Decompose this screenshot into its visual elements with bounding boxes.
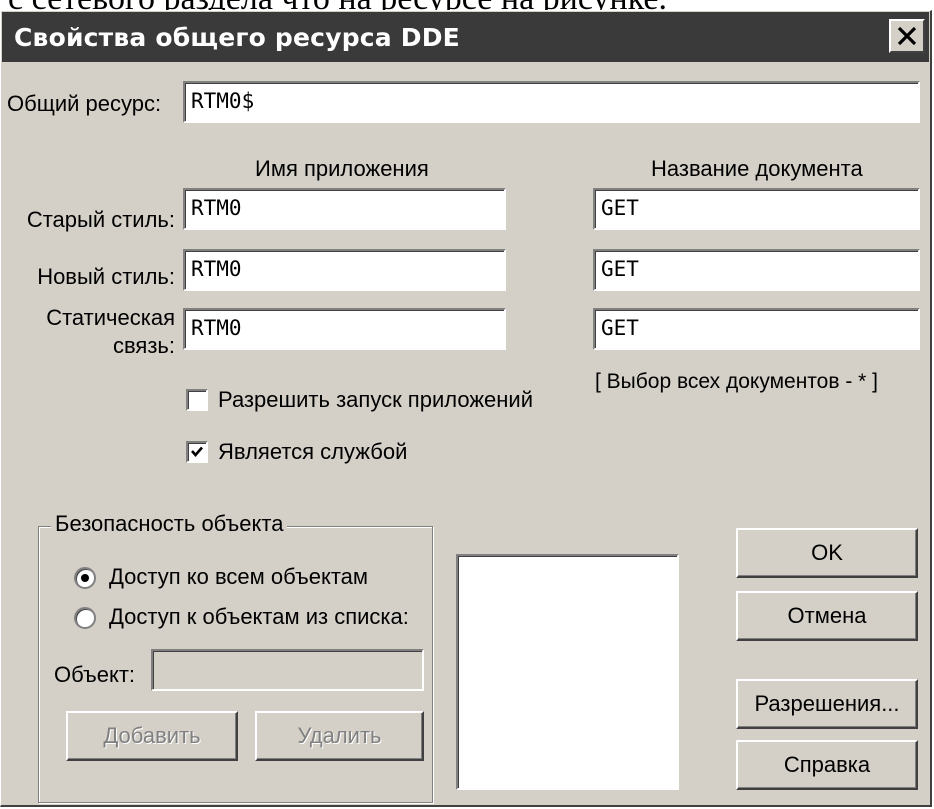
static-link-doc-input[interactable]: GET [593,308,920,350]
static-link-label-line1: Статическая [46,305,175,330]
is-service-checkbox[interactable] [186,441,208,463]
static-link-label-line2: связь: [112,333,175,358]
all-documents-hint: [ Выбор всех документов - * ] [595,370,879,393]
allow-start-apps-checkbox[interactable] [186,389,208,411]
remove-button[interactable]: Удалить [255,711,424,761]
dde-share-properties-dialog: Свойства общего ресурса DDE Общий ресурс… [0,10,932,807]
static-link-app-input[interactable]: RTM0 [183,308,506,350]
new-style-doc-input[interactable]: GET [593,249,920,291]
is-service-label: Является службой [218,439,408,464]
new-style-label: Новый стиль: [37,264,175,289]
old-style-doc-input[interactable]: GET [593,188,920,230]
object-input[interactable] [151,649,424,691]
allow-start-apps-label: Разрешить запуск приложений [218,387,533,412]
close-button[interactable] [889,19,925,53]
dialog-title: Свойства общего ресурса DDE [14,23,460,52]
object-security-title: Безопасность объекта [51,511,288,537]
title-bar: Свойства общего ресурса DDE [2,12,929,62]
permissions-button[interactable]: Разрешения... [736,679,918,729]
access-list-label: Доступ к объектам из списка: [109,604,409,629]
access-all-label: Доступ ко всем объектам [109,564,369,589]
add-button[interactable]: Добавить [66,711,238,761]
objects-listbox[interactable] [456,554,679,790]
share-name-label: Общий ресурс: [7,91,162,116]
access-all-radio[interactable] [74,567,96,589]
radio-dot-icon [81,574,89,582]
share-name-input[interactable]: RTM0$ [183,81,920,123]
old-style-app-input[interactable]: RTM0 [183,188,506,230]
doc-name-header: Название документа [651,156,863,181]
help-button[interactable]: Справка [736,740,918,790]
access-list-radio[interactable] [74,607,96,629]
app-name-header: Имя приложения [255,156,429,181]
close-icon [897,26,917,46]
checkmark-icon [191,446,203,457]
new-style-app-input[interactable]: RTM0 [183,249,506,291]
ok-button[interactable]: OK [736,528,918,578]
object-label: Объект: [54,662,136,687]
old-style-label: Старый стиль: [26,207,175,232]
cancel-button[interactable]: Отмена [736,591,918,641]
